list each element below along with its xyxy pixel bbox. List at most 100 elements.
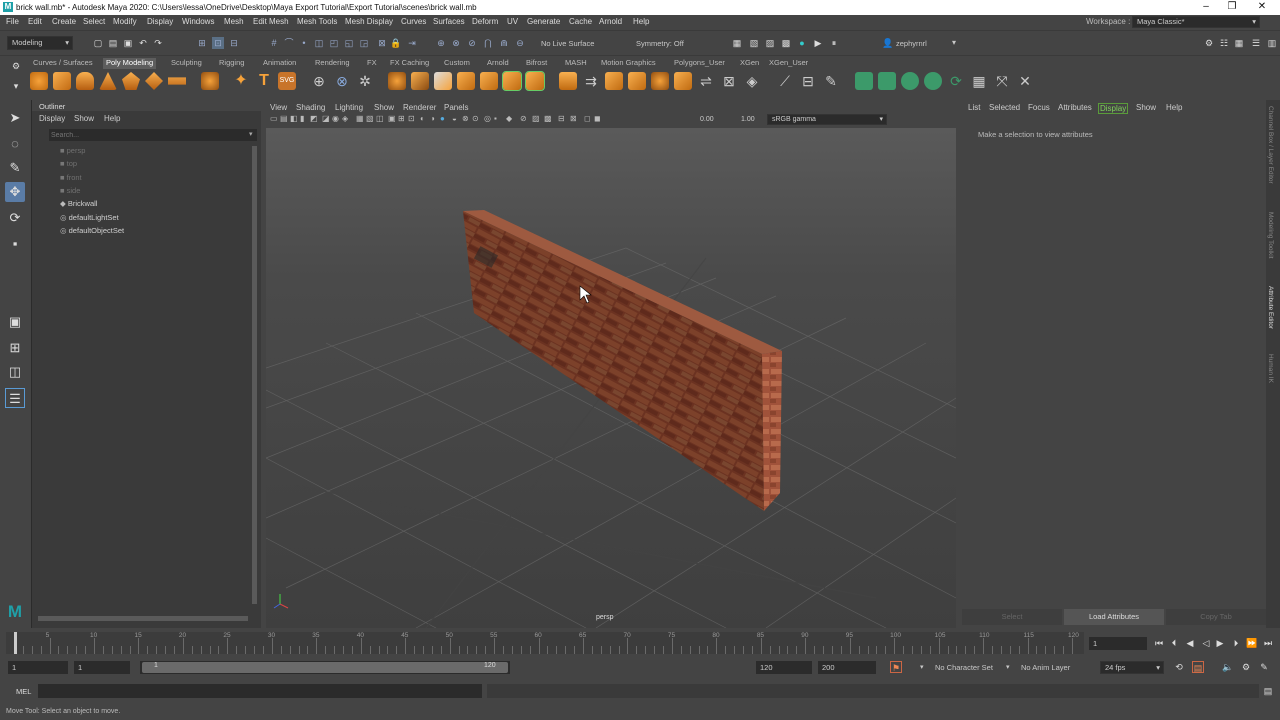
magnet-icon[interactable]: ⋂ bbox=[482, 37, 494, 49]
append-icon[interactable]: ⇉ bbox=[582, 72, 600, 90]
viewport-tool-icon[interactable]: ▭ bbox=[270, 114, 278, 123]
chevron-down-icon[interactable]: ▾ bbox=[920, 663, 924, 671]
uv-editor-icon[interactable]: ⟳ bbox=[947, 72, 965, 90]
menu-modify[interactable]: Modify bbox=[113, 17, 137, 26]
vp-menu-view[interactable]: View bbox=[270, 103, 287, 112]
harden-edge-icon[interactable]: ⊟ bbox=[799, 72, 817, 90]
lasso-tool-icon[interactable]: ◌ bbox=[5, 134, 25, 154]
viewport-tool-icon[interactable]: ⊠ bbox=[570, 114, 577, 123]
outliner-menu-help[interactable]: Help bbox=[104, 114, 120, 123]
chevron-down-icon[interactable]: ▾ bbox=[249, 130, 253, 138]
anim-layer-label[interactable]: No Anim Layer bbox=[1021, 663, 1070, 672]
step-forward-frame-icon[interactable]: ⏵ bbox=[1230, 637, 1242, 649]
viewport-tool-icon[interactable]: ◼ bbox=[594, 114, 601, 123]
uv-unfold-icon[interactable]: ⤧ bbox=[993, 72, 1011, 90]
viewport-tool-icon[interactable]: ⊟ bbox=[558, 114, 565, 123]
lock-icon[interactable]: 🔒 bbox=[390, 37, 402, 49]
insert-edge-icon[interactable] bbox=[605, 72, 623, 90]
viewport-tool-icon[interactable]: ◑ bbox=[430, 114, 435, 123]
extrude-icon[interactable] bbox=[525, 71, 545, 91]
fps-select[interactable]: 24 fps ▾ bbox=[1100, 661, 1164, 674]
viewport-tool-icon[interactable]: ⊡ bbox=[408, 114, 415, 123]
loop-icon[interactable]: ⟲ bbox=[1173, 661, 1185, 673]
spherical-map-icon[interactable] bbox=[924, 72, 942, 90]
mode-select[interactable]: Modeling ▾ bbox=[7, 36, 73, 50]
cylindrical-map-icon[interactable] bbox=[901, 72, 919, 90]
poly-torus-icon[interactable] bbox=[122, 72, 140, 90]
shelf-tab-rendering[interactable]: Rendering bbox=[312, 58, 353, 69]
ipr-icon[interactable]: ▩ bbox=[780, 37, 792, 49]
viewport-tool-icon[interactable]: ◫ bbox=[376, 114, 384, 123]
shelf-tab-fx[interactable]: FX bbox=[364, 58, 380, 69]
play-back-icon[interactable]: ◁ bbox=[1200, 637, 1212, 649]
attr-editor-icon[interactable]: ☷ bbox=[1218, 37, 1230, 49]
menu-arnold[interactable]: Arnold bbox=[599, 17, 622, 26]
viewport-tool-icon[interactable]: ◻ bbox=[584, 114, 591, 123]
viewport-tool-icon[interactable]: ▪ bbox=[494, 114, 497, 123]
tab-attribute-editor[interactable]: Attribute Editor bbox=[1267, 286, 1274, 329]
vp-menu-shading[interactable]: Shading bbox=[296, 103, 325, 112]
redo-icon[interactable]: ↷ bbox=[152, 37, 164, 49]
attr-menu-selected[interactable]: Selected bbox=[989, 103, 1020, 112]
slide-edge-icon[interactable]: ⇌ bbox=[697, 72, 715, 90]
restore-icon[interactable]: ❐ bbox=[1224, 1, 1240, 13]
shelf-tab-xgen-user[interactable]: XGen_User bbox=[766, 58, 811, 69]
viewport-tool-icon[interactable]: ◩ bbox=[310, 114, 318, 123]
poly-cylinder-icon[interactable] bbox=[76, 72, 94, 90]
poly-cube-icon[interactable] bbox=[53, 72, 71, 90]
poly-sphere-icon[interactable] bbox=[30, 72, 48, 90]
viewport-tool-icon[interactable]: ◎ bbox=[484, 114, 491, 123]
outliner-layout-icon[interactable]: ☰ bbox=[5, 388, 25, 408]
menu-surfaces[interactable]: Surfaces bbox=[433, 17, 465, 26]
quad-draw-icon[interactable]: ⊠ bbox=[720, 72, 738, 90]
range-slider[interactable]: 1 120 bbox=[140, 661, 510, 674]
play-icon[interactable]: ▶ bbox=[812, 37, 824, 49]
tab-channel-box[interactable]: Channel Box / Layer Editor bbox=[1267, 106, 1274, 184]
copy-tab-button[interactable]: Copy Tab bbox=[1166, 609, 1266, 625]
snap-view-icon[interactable]: ◫ bbox=[313, 37, 325, 49]
outliner-menu-display[interactable]: Display bbox=[39, 114, 65, 123]
attr-menu-list[interactable]: List bbox=[968, 103, 980, 112]
mirror-icon[interactable] bbox=[411, 72, 429, 90]
viewport-tool-icon[interactable]: ▨ bbox=[532, 114, 540, 123]
viewport-tool-icon[interactable]: ▩ bbox=[544, 114, 552, 123]
outliner-item[interactable]: ■ persp bbox=[60, 146, 85, 155]
menu-cache[interactable]: Cache bbox=[569, 17, 592, 26]
undo-icon[interactable]: ↶ bbox=[137, 37, 149, 49]
close-icon[interactable]: ✕ bbox=[1254, 1, 1270, 13]
menu-file[interactable]: File bbox=[6, 17, 19, 26]
render-current-icon[interactable]: ⊕ bbox=[435, 37, 447, 49]
menu-mesh-display[interactable]: Mesh Display bbox=[345, 17, 393, 26]
menu-select[interactable]: Select bbox=[83, 17, 105, 26]
step-forward-key-icon[interactable]: ⏩ bbox=[1246, 637, 1258, 649]
save-scene-icon[interactable]: ▣ bbox=[122, 37, 134, 49]
menu-edit[interactable]: Edit bbox=[28, 17, 42, 26]
persp-outliner-icon[interactable]: ◫ bbox=[5, 362, 25, 382]
shelf-tab-animation[interactable]: Animation bbox=[260, 58, 299, 69]
time-slider[interactable]: 5 10 15 20 25 30 35 40 45 50 55 60 65 70 75 80 85 90 95 100… bbox=[0, 628, 1280, 658]
rotate-tool-icon[interactable]: ⟳ bbox=[5, 208, 25, 228]
menu-uv[interactable]: UV bbox=[507, 17, 518, 26]
multi-cut-icon[interactable] bbox=[628, 72, 646, 90]
viewport-tool-icon[interactable]: ◪ bbox=[322, 114, 330, 123]
smooth-icon[interactable]: ✲ bbox=[356, 72, 374, 90]
go-to-end-icon[interactable]: ⏭ bbox=[1262, 637, 1274, 649]
poly-cone-icon[interactable] bbox=[99, 72, 117, 90]
render-frame-icon[interactable]: ▨ bbox=[764, 37, 776, 49]
shelf-tab-motion-graphics[interactable]: Motion Graphics bbox=[598, 58, 659, 69]
shelf-menu-icon[interactable]: ⚙ bbox=[10, 60, 22, 72]
type-icon[interactable]: T bbox=[255, 72, 273, 90]
viewport-tool-icon[interactable]: ⊙ bbox=[472, 114, 479, 123]
outliner-item[interactable]: ■ front bbox=[60, 173, 82, 182]
paint-icon[interactable]: ◈ bbox=[743, 72, 761, 90]
anim-end-field[interactable]: 200 bbox=[818, 661, 876, 674]
step-back-key-icon[interactable]: ⏴ bbox=[1168, 637, 1180, 649]
scale-tool-icon[interactable]: ▪ bbox=[5, 234, 25, 254]
play-forward-icon[interactable]: ▶ bbox=[1214, 637, 1226, 649]
automatic-map-icon[interactable] bbox=[878, 72, 896, 90]
collapse-icon[interactable] bbox=[674, 72, 692, 90]
menu-edit-mesh[interactable]: Edit Mesh bbox=[253, 17, 289, 26]
shelf-tab-arnold[interactable]: Arnold bbox=[484, 58, 512, 69]
vp-menu-lighting[interactable]: Lighting bbox=[335, 103, 363, 112]
separate-icon[interactable]: ⊗ bbox=[333, 72, 351, 90]
